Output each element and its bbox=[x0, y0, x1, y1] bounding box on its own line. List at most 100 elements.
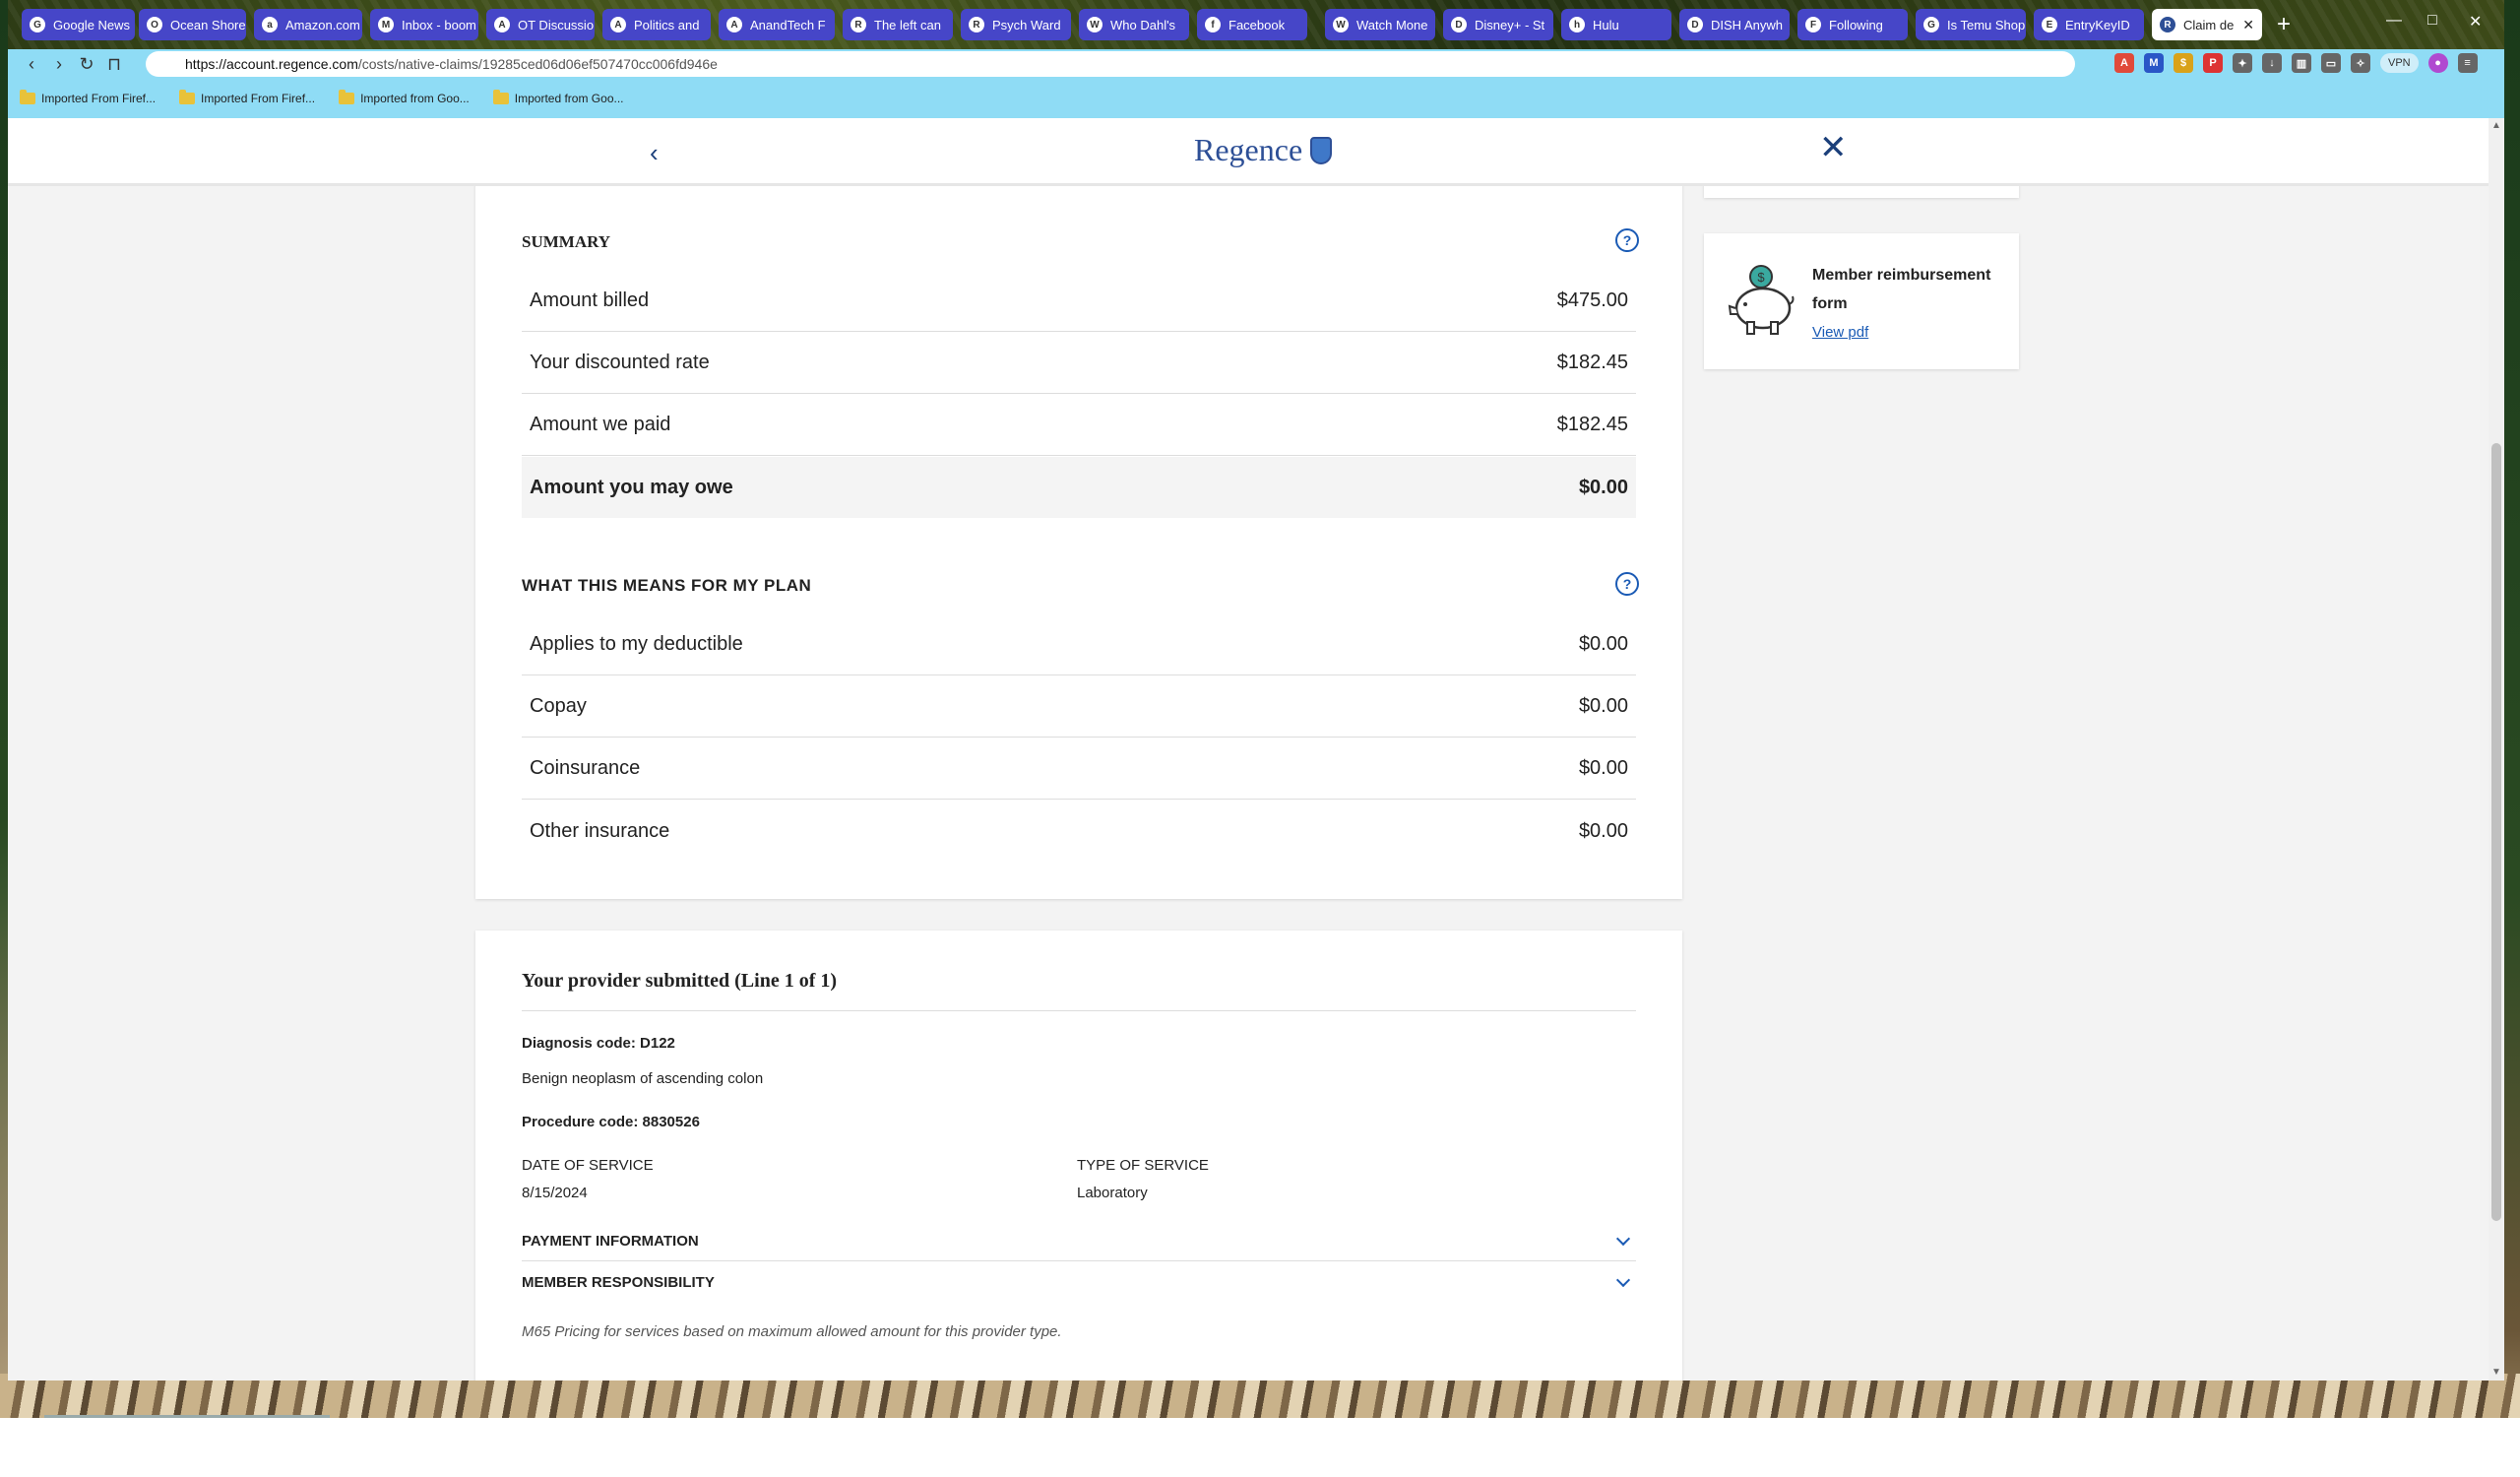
tab-hulu[interactable]: h Hulu bbox=[1561, 9, 1671, 40]
tab-favicon-icon: A bbox=[726, 17, 742, 32]
tab-inbox[interactable]: M Inbox - boom bbox=[370, 9, 478, 40]
tab-label: OT Discussio bbox=[518, 17, 595, 32]
tab-psych-ward[interactable]: R Psych Ward bbox=[961, 9, 1071, 40]
plan-row-coinsurance: Coinsurance $0.00 bbox=[522, 738, 1636, 800]
new-tab-button[interactable]: + bbox=[2269, 9, 2299, 40]
adblock-icon[interactable]: A bbox=[2114, 53, 2134, 73]
page-content: SUMMARY ? Amount billed $475.00 Your disc… bbox=[8, 186, 2488, 1381]
sidebar-icon[interactable]: ▥ bbox=[2292, 53, 2311, 73]
browser-toolbar: ‹ › ↻ ⊓ https://account.regence.com/cost… bbox=[8, 49, 2504, 79]
tab-favicon-icon: W bbox=[1333, 17, 1349, 32]
row-value: $182.45 bbox=[1556, 352, 1628, 373]
tab-anandtech[interactable]: A AnandTech F bbox=[719, 9, 835, 40]
regence-logo[interactable]: Regence bbox=[1194, 132, 1333, 168]
bookmark-label: Imported from Goo... bbox=[514, 92, 624, 105]
browser-window: G Google News O Ocean Shores a Amazon.com M… bbox=[8, 0, 2504, 1381]
site-header: ‹ Regence ✕ bbox=[8, 118, 2488, 186]
menu-icon[interactable]: ≡ bbox=[2457, 53, 2478, 73]
wallet-icon[interactable]: ▭ bbox=[2321, 53, 2341, 73]
divider bbox=[522, 1010, 1636, 1011]
bookmark-folder[interactable]: Imported From Firef... bbox=[179, 90, 316, 105]
tab-label: DISH Anywh bbox=[1711, 17, 1783, 32]
vpn-button[interactable]: VPN bbox=[2380, 53, 2419, 73]
summary-title: SUMMARY bbox=[522, 232, 611, 251]
back-chevron-icon[interactable]: ‹ bbox=[650, 138, 659, 168]
tab-close-icon[interactable]: ✕ bbox=[2238, 17, 2254, 33]
sidebar-card-top bbox=[1704, 186, 2019, 198]
tab-politics[interactable]: A Politics and bbox=[602, 9, 711, 40]
folder-icon bbox=[179, 90, 196, 104]
row-label: Amount we paid bbox=[530, 414, 671, 435]
tab-label: Amazon.com bbox=[285, 17, 360, 32]
tab-label: Is Temu Shop bbox=[1947, 17, 2026, 32]
member-responsibility-toggle[interactable]: MEMBER RESPONSIBILITY bbox=[522, 1262, 1636, 1302]
reimbursement-card: $ Member reimbursement form View pdf bbox=[1704, 233, 2019, 369]
scroll-down-icon[interactable]: ▼ bbox=[2491, 1367, 2501, 1378]
close-icon[interactable]: ✕ bbox=[1819, 128, 1848, 167]
row-label: Coinsurance bbox=[530, 757, 641, 779]
tab-ocean-shores[interactable]: O Ocean Shores bbox=[139, 9, 246, 40]
minimize-button[interactable]: — bbox=[2386, 12, 2402, 30]
restore-button[interactable]: □ bbox=[2427, 12, 2437, 30]
tab-claim-details[interactable]: R Claim de ✕ bbox=[2152, 9, 2262, 40]
tab-amazon[interactable]: a Amazon.com bbox=[254, 9, 362, 40]
tab-favicon-icon: f bbox=[1205, 17, 1221, 32]
bookmark-label: Imported From Firef... bbox=[201, 92, 316, 105]
tab-favicon-icon: F bbox=[1805, 17, 1821, 32]
tab-facebook[interactable]: f Facebook bbox=[1197, 9, 1307, 40]
leo-icon[interactable]: ✧ bbox=[2351, 53, 2370, 73]
tab-disney[interactable]: D Disney+ - St bbox=[1443, 9, 1553, 40]
summary-row-billed: Amount billed $475.00 bbox=[522, 271, 1636, 332]
coupon-icon[interactable]: $ bbox=[2174, 53, 2193, 73]
tab-label: Facebook bbox=[1228, 17, 1286, 32]
scroll-up-icon[interactable]: ▲ bbox=[2491, 120, 2501, 131]
reload-icon[interactable]: ↻ bbox=[73, 54, 100, 75]
pdf-icon[interactable]: P bbox=[2203, 53, 2223, 73]
view-pdf-link[interactable]: View pdf bbox=[1812, 324, 1868, 341]
tab-watch-money[interactable]: W Watch Mone bbox=[1325, 9, 1435, 40]
url-domain: https://account.regence.com bbox=[185, 56, 358, 72]
payment-information-toggle[interactable]: PAYMENT INFORMATION bbox=[522, 1222, 1636, 1261]
shield-icon bbox=[1310, 136, 1333, 164]
tab-favicon-icon: A bbox=[494, 17, 510, 32]
logo-text: Regence bbox=[1194, 132, 1303, 167]
bookmark-label: Imported from Goo... bbox=[360, 92, 470, 105]
mail-icon[interactable]: M bbox=[2144, 53, 2164, 73]
tab-the-left[interactable]: R The left can bbox=[843, 9, 953, 40]
tab-following[interactable]: F Following bbox=[1797, 9, 1908, 40]
tab-label: Claim de bbox=[2183, 17, 2235, 32]
tab-temu[interactable]: G Is Temu Shop bbox=[1916, 9, 2026, 40]
tab-favicon-icon: M bbox=[378, 17, 394, 32]
tab-favicon-icon: E bbox=[2042, 17, 2057, 32]
tab-label: Psych Ward bbox=[992, 17, 1061, 32]
tab-label: Hulu bbox=[1593, 17, 1619, 32]
extension-icons: A M $ P ✦ ↓ ▥ ▭ ✧ VPN ● ≡ bbox=[2114, 53, 2478, 73]
page-scrollbar[interactable]: ▲ ▼ bbox=[2488, 118, 2504, 1381]
summary-help-icon[interactable]: ? bbox=[1615, 228, 1639, 252]
plan-row-other-insurance: Other insurance $0.00 bbox=[522, 801, 1636, 862]
bookmark-folder[interactable]: Imported from Goo... bbox=[492, 90, 624, 105]
row-label: Amount you may owe bbox=[530, 476, 733, 498]
back-arrow-icon[interactable]: ‹ bbox=[18, 54, 45, 75]
download-icon[interactable]: ↓ bbox=[2262, 53, 2282, 73]
extensions-icon[interactable]: ✦ bbox=[2233, 53, 2252, 73]
window-close-button[interactable]: ✕ bbox=[2469, 12, 2482, 32]
bookmark-folder[interactable]: Imported from Goo... bbox=[339, 90, 470, 105]
scrollbar-thumb[interactable] bbox=[2491, 443, 2501, 1221]
tab-entrykeyid[interactable]: E EntryKeyID bbox=[2034, 9, 2144, 40]
tab-favicon-icon: O bbox=[147, 17, 162, 32]
bookmark-icon[interactable]: ⊓ bbox=[100, 54, 128, 75]
tab-dish-anywhere[interactable]: D DISH Anywh bbox=[1679, 9, 1790, 40]
address-bar[interactable]: https://account.regence.com/costs/native… bbox=[146, 51, 2075, 77]
tab-who-dahl[interactable]: W Who Dahl's bbox=[1079, 9, 1189, 40]
summary-row-discount: Your discounted rate $182.45 bbox=[522, 333, 1636, 394]
tab-favicon-icon: A bbox=[610, 17, 626, 32]
tab-ot-discussion[interactable]: A OT Discussio bbox=[486, 9, 595, 40]
tab-google-news[interactable]: G Google News bbox=[22, 9, 135, 40]
bookmark-folder[interactable]: Imported From Firef... bbox=[20, 90, 156, 105]
plan-help-icon[interactable]: ? bbox=[1615, 572, 1639, 596]
tab-favicon-icon: R bbox=[969, 17, 984, 32]
forward-arrow-icon[interactable]: › bbox=[45, 54, 73, 75]
profile-icon[interactable]: ● bbox=[2427, 53, 2448, 73]
row-label: Other insurance bbox=[530, 819, 670, 842]
